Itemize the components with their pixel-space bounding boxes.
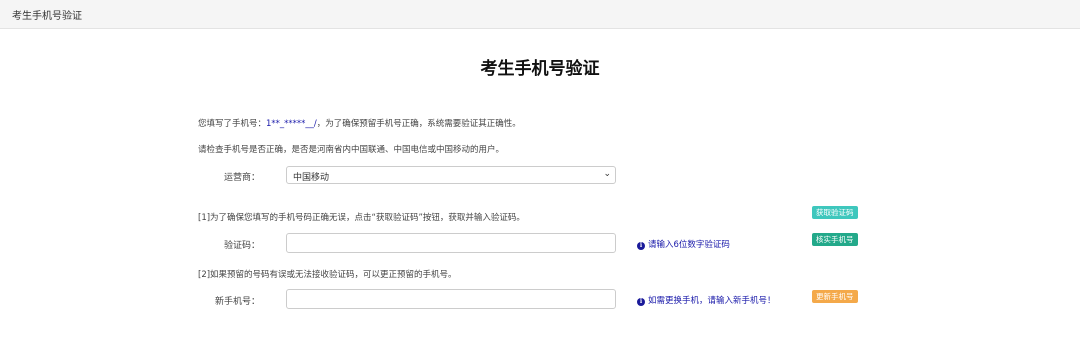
carrier-label: 运营商：: [223, 173, 260, 183]
phone-info-prefix: 您填写了手机号：: [198, 119, 267, 129]
code-hint: i 请输入6位数字验证码: [637, 238, 730, 250]
step2-instruction: [2]如果预留的号码有误或无法接收验证码，可以更正预留的手机号。: [198, 270, 457, 280]
new-phone-label: 新手机号：: [214, 297, 260, 307]
phone-info-line: 您填写了手机号：1**_*****__/，为了确保预留手机号正确，系统需要验证其…: [198, 117, 521, 129]
new-phone-input[interactable]: [286, 289, 616, 309]
top-bar-title: 考生手机号验证: [12, 11, 82, 22]
info-icon: i: [637, 242, 645, 250]
carrier-check-note: 请检查手机号是否正确，是否是河南省内中国联通、中国电信或中国移动的用户。: [198, 145, 505, 155]
carrier-select[interactable]: 中国移动 ⌄: [286, 166, 616, 184]
new-phone-hint-text: 如需更换手机，请输入新手机号！: [648, 296, 776, 306]
carrier-selected-value: 中国移动: [293, 173, 330, 183]
code-hint-text: 请输入6位数字验证码: [648, 240, 730, 250]
masked-phone-number: 1**_*****__/: [266, 119, 317, 129]
update-phone-button[interactable]: 更新手机号: [812, 290, 858, 303]
verification-code-input[interactable]: [286, 233, 616, 253]
page-title: 考生手机号验证: [480, 59, 600, 79]
code-label: 验证码：: [223, 241, 260, 251]
get-code-button[interactable]: 获取验证码: [812, 206, 858, 219]
verify-phone-button[interactable]: 核实手机号: [812, 233, 858, 246]
phone-info-suffix: ，为了确保预留手机号正确，系统需要验证其正确性。: [316, 119, 521, 129]
top-bar: 考生手机号验证: [0, 0, 1080, 29]
new-phone-hint: i 如需更换手机，请输入新手机号！: [637, 294, 776, 306]
step1-instruction: [1]为了确保您填写的手机号码正确无误，点击“获取验证码”按钮，获取并输入验证码…: [198, 213, 525, 223]
info-icon: i: [637, 298, 645, 306]
chevron-down-icon: ⌄: [603, 169, 611, 179]
